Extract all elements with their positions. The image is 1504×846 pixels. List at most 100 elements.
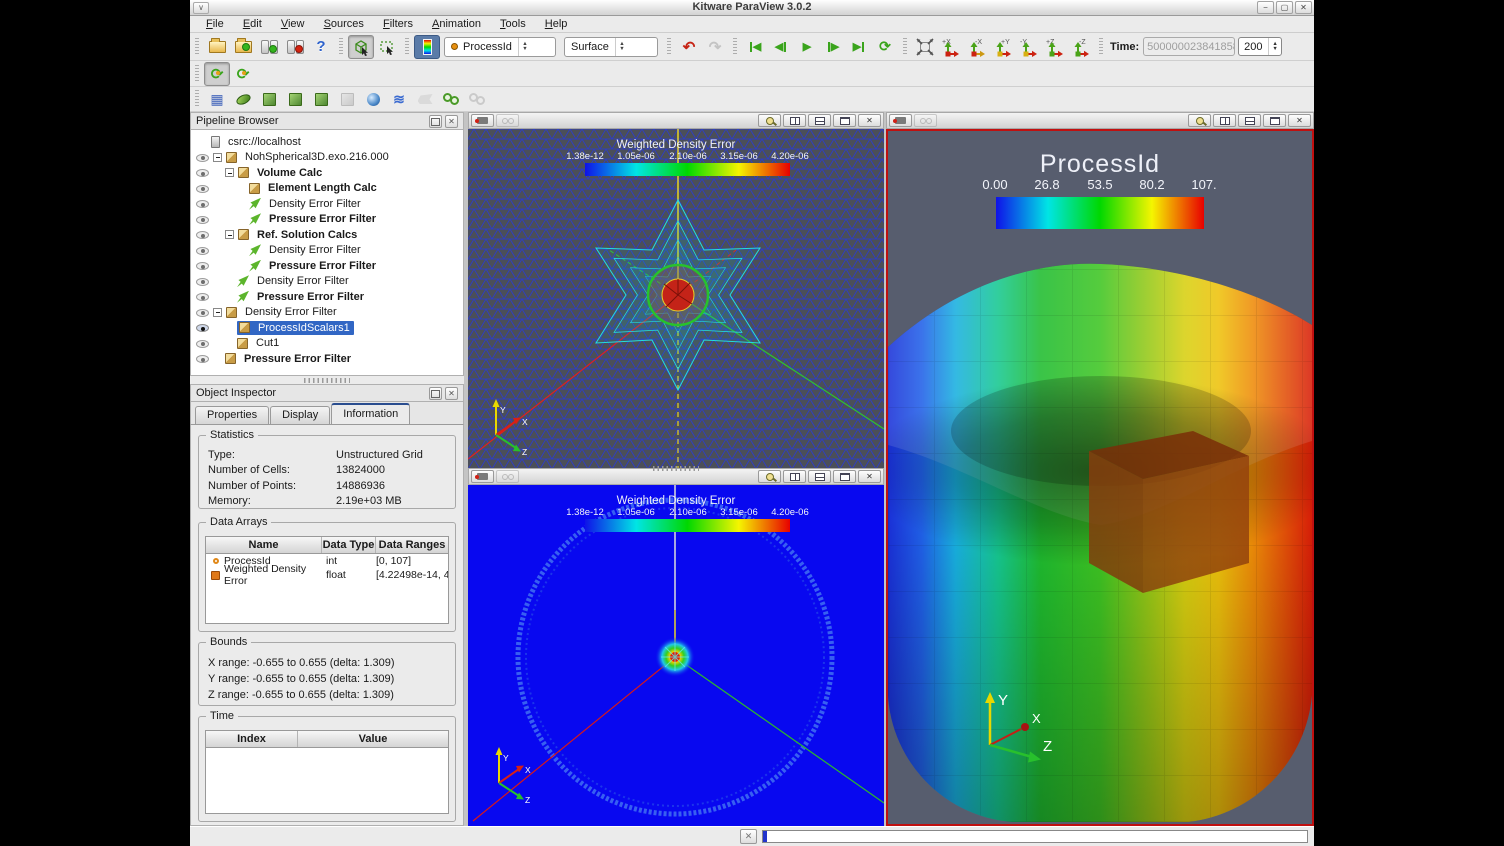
clip-filter-button[interactable] — [256, 87, 282, 111]
tree-row-server[interactable]: csrc://localhost — [191, 134, 463, 150]
calculator-filter-button[interactable]: ▦ — [204, 87, 230, 111]
rotate-camera-button[interactable]: ⟳ — [204, 62, 230, 86]
camera-link-button[interactable] — [496, 114, 519, 127]
camera-link-button[interactable] — [914, 114, 937, 127]
tab-information[interactable]: Information — [331, 403, 410, 424]
visibility-eye-icon[interactable] — [196, 324, 209, 332]
menu-edit[interactable]: Edit — [235, 16, 270, 32]
collapse-expander[interactable] — [213, 308, 222, 317]
menu-file[interactable]: File — [198, 16, 232, 32]
ungroup-datasets-button[interactable] — [464, 87, 490, 111]
visibility-eye-icon[interactable] — [196, 231, 209, 239]
collapse-expander[interactable] — [225, 230, 234, 239]
lookmark-button[interactable] — [1188, 114, 1211, 127]
maximize-button[interactable]: ▢ — [1276, 1, 1293, 14]
tree-row-selected[interactable]: ProcessIdScalars1 — [191, 320, 463, 336]
undo-button[interactable]: ↶ — [676, 35, 702, 59]
select-cells-on-button[interactable] — [348, 35, 374, 59]
tree-row-filter[interactable]: Pressure Error Filter — [191, 351, 463, 367]
view-plus-y-button[interactable]: +Y — [990, 35, 1016, 59]
split-horizontal-button[interactable] — [1213, 114, 1236, 127]
visibility-eye-icon[interactable] — [196, 169, 209, 177]
visibility-eye-icon[interactable] — [196, 185, 209, 193]
table-row[interactable]: Weighted Density Error float [4.22498e-1… — [206, 568, 448, 582]
column-header-index[interactable]: Index — [206, 731, 298, 747]
time-value-field[interactable]: 500000023841858 — [1143, 37, 1235, 56]
next-frame-button[interactable]: ▶ — [820, 35, 846, 59]
toolbar-grip[interactable] — [195, 65, 199, 83]
toolbar-grip[interactable] — [195, 90, 199, 108]
lookmark-button[interactable] — [758, 470, 781, 483]
tree-row-filter[interactable]: Ref. Solution Calcs — [191, 227, 463, 243]
visibility-eye-icon[interactable] — [196, 309, 209, 317]
tree-row-filter[interactable]: Cut1 — [191, 336, 463, 352]
splitter-handle[interactable] — [304, 378, 350, 383]
close-view-button[interactable]: ✕ — [858, 470, 881, 483]
visibility-eye-icon[interactable] — [196, 355, 209, 363]
help-button[interactable]: ? — [308, 35, 334, 59]
tree-row-source[interactable]: NohSpherical3D.exo.216.000 — [191, 150, 463, 166]
slice-filter-button[interactable] — [282, 87, 308, 111]
toolbar-grip[interactable] — [903, 38, 907, 56]
split-horizontal-button[interactable] — [783, 470, 806, 483]
rotate-camera-alt-button[interactable]: ⟳ — [230, 62, 256, 86]
camera-save-button[interactable] — [471, 470, 494, 483]
visibility-eye-icon[interactable] — [196, 262, 209, 270]
tree-row-filter[interactable]: Density Error Filter — [191, 274, 463, 290]
view-plus-z-button[interactable]: +Z — [1042, 35, 1068, 59]
reset-camera-button[interactable] — [912, 35, 938, 59]
toolbar-grip[interactable] — [405, 38, 409, 56]
toolbar-grip[interactable] — [733, 38, 737, 56]
render-viewport-processid[interactable]: ProcessId 0.00 26.8 53.5 80.2 107. — [888, 131, 1312, 824]
column-header-ranges[interactable]: Data Ranges — [376, 537, 448, 553]
spinbox-arrows-icon[interactable]: ▲▼ — [1268, 38, 1281, 55]
close-panel-button[interactable]: ✕ — [445, 387, 458, 400]
view-plus-x-button[interactable]: +X — [938, 35, 964, 59]
contour-filter-button[interactable] — [360, 87, 386, 111]
view-minus-y-button[interactable]: -Y — [1016, 35, 1042, 59]
tree-row-filter[interactable]: Pressure Error Filter — [191, 258, 463, 274]
minimize-button[interactable]: − — [1257, 1, 1274, 14]
lookmark-button[interactable] — [758, 114, 781, 127]
close-panel-button[interactable]: ✕ — [445, 115, 458, 128]
visibility-eye-icon[interactable] — [196, 216, 209, 224]
camera-save-button[interactable] — [889, 114, 912, 127]
close-view-button[interactable]: ✕ — [858, 114, 881, 127]
column-header-type[interactable]: Data Type — [322, 537, 376, 553]
tab-properties[interactable]: Properties — [195, 406, 269, 424]
collapse-expander[interactable] — [213, 153, 222, 162]
menu-sources[interactable]: Sources — [316, 16, 372, 32]
glyph-filter-button[interactable] — [230, 87, 256, 111]
view-minus-z-button[interactable]: -Z — [1068, 35, 1094, 59]
tree-row-filter[interactable]: Volume Calc — [191, 165, 463, 181]
last-frame-button[interactable]: ▶ — [846, 35, 872, 59]
render-viewport-blue[interactable]: Weighted Density Error 1.38e-12 1.05e-06… — [468, 485, 884, 826]
close-button[interactable]: ✕ — [1295, 1, 1312, 14]
edit-color-map-button[interactable] — [414, 35, 440, 59]
disconnect-server-button[interactable] — [282, 35, 308, 59]
frame-spinbox[interactable]: 200 ▲▼ — [1238, 37, 1282, 56]
visibility-eye-icon[interactable] — [196, 278, 209, 286]
split-vertical-button[interactable] — [808, 470, 831, 483]
tree-row-filter[interactable]: Density Error Filter — [191, 305, 463, 321]
stream-tracer-button[interactable]: ≋ — [386, 87, 412, 111]
split-vertical-button[interactable] — [808, 114, 831, 127]
tree-row-filter[interactable]: Density Error Filter — [191, 243, 463, 259]
extract-subset-button[interactable] — [334, 87, 360, 111]
maximize-view-button[interactable] — [1263, 114, 1286, 127]
render-viewport-mesh[interactable]: Weighted Density Error 1.38e-12 1.05e-06… — [468, 129, 884, 468]
splitter-handle[interactable] — [653, 466, 699, 471]
visibility-eye-icon[interactable] — [196, 293, 209, 301]
loop-button[interactable]: ⟳ — [872, 35, 898, 59]
first-frame-button[interactable]: ◀ — [742, 35, 768, 59]
group-datasets-button[interactable] — [438, 87, 464, 111]
close-view-button[interactable]: ✕ — [1288, 114, 1311, 127]
previous-frame-button[interactable]: ◀ — [768, 35, 794, 59]
camera-link-button[interactable] — [496, 470, 519, 483]
visibility-eye-icon[interactable] — [196, 340, 209, 348]
split-vertical-button[interactable] — [1238, 114, 1261, 127]
menu-animation[interactable]: Animation — [424, 16, 489, 32]
warp-filter-button[interactable] — [412, 87, 438, 111]
visibility-eye-icon[interactable] — [196, 247, 209, 255]
redo-button[interactable]: ↷ — [702, 35, 728, 59]
